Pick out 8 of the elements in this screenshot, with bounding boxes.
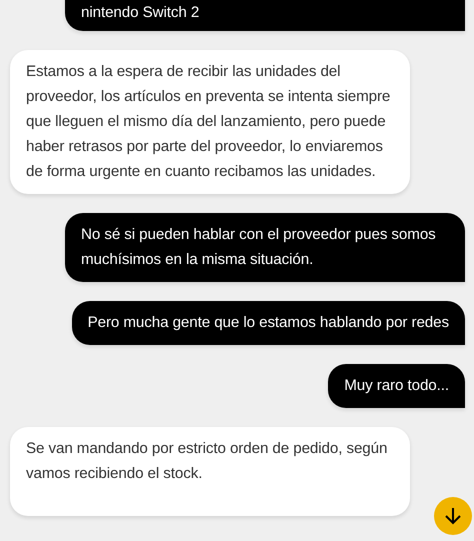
sent-message: Muy raro todo...: [328, 364, 465, 408]
received-message: Se van mandando por estricto orden de pedido, según vamos recibiendo el stock.: [10, 427, 410, 516]
sent-message: No sé si pueden hablar con el proveedor pues somos muchísimos en la misma situación.: [65, 213, 465, 282]
arrow-down-icon: [443, 506, 463, 526]
sent-message: Pero mucha gente que lo estamos hablando por redes: [72, 301, 465, 345]
sent-message: nintendo Switch 2: [65, 0, 465, 31]
scroll-down-button[interactable]: [434, 497, 472, 535]
received-message: Estamos a la espera de recibir las unidades del proveedor, los artículos en preventa se intenta siempre que lleguen el mismo día del lanzamiento, pero puede haber retrasos por parte del proveedor, lo enviaremos de forma urgente en cuanto recibamos las unidades.: [10, 50, 410, 194]
